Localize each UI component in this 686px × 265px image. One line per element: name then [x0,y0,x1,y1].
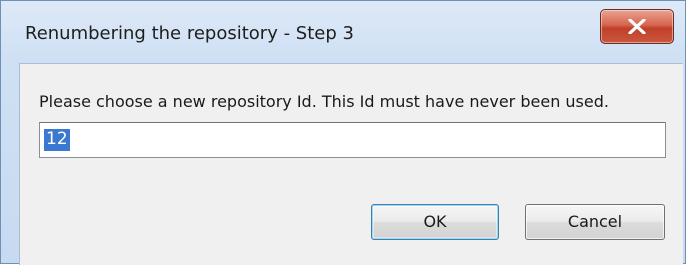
window-title: Renumbering the repository - Step 3 [25,23,354,44]
cancel-button[interactable]: Cancel [525,204,665,240]
ok-button[interactable]: OK [371,204,499,240]
dialog-window: Renumbering the repository - Step 3 Plea… [0,0,686,265]
prompt-label: Please choose a new repository Id. This … [39,92,609,111]
repository-id-value: 12 [44,129,70,151]
close-icon [628,19,646,34]
dialog-body: Please choose a new repository Id. This … [19,63,683,265]
repository-id-input[interactable]: 12 [39,122,666,158]
close-button[interactable] [600,9,674,44]
